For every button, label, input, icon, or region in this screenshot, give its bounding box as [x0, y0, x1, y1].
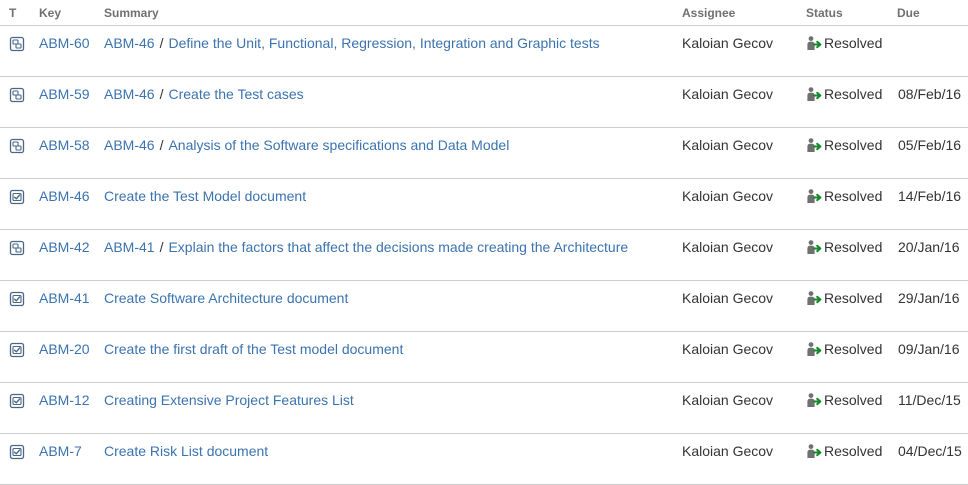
subtask-icon	[9, 87, 25, 103]
parent-issue-link[interactable]: ABM-41	[104, 239, 155, 255]
issue-key-link[interactable]: ABM-7	[39, 443, 82, 459]
due-date: 20/Jan/16	[898, 239, 960, 255]
due-date: 08/Feb/16	[898, 86, 962, 102]
resolved-status-icon	[806, 341, 822, 357]
status-cell: Resolved	[806, 289, 882, 307]
status-text: Resolved	[824, 341, 883, 357]
table-row: ABM-42 ABM-41/Explain the factors that a…	[0, 230, 968, 281]
status-cell: Resolved	[806, 34, 882, 52]
issue-key-link[interactable]: ABM-58	[39, 137, 90, 153]
task-icon	[9, 342, 25, 358]
table-row: ABM-20 Create the first draft of the Tes…	[0, 332, 968, 383]
issue-key-link[interactable]: ABM-60	[39, 35, 90, 51]
status-cell: Resolved	[806, 187, 882, 205]
status-text: Resolved	[824, 392, 883, 408]
issue-table: T Key Summary Assignee Status Due ABM-60…	[0, 0, 968, 485]
due-date: 14/Feb/16	[898, 188, 962, 204]
resolved-status-icon	[806, 443, 822, 459]
table-row: ABM-59 ABM-46/Create the Test cases Kalo…	[0, 77, 968, 128]
assignee-name: Kaloian Gecov	[682, 443, 774, 459]
column-header-summary[interactable]: Summary	[104, 6, 159, 20]
issue-key-link[interactable]: ABM-59	[39, 86, 90, 102]
column-header-type[interactable]: T	[9, 6, 16, 20]
issue-summary-link[interactable]: Creating Extensive Project Features List	[104, 392, 354, 408]
task-icon	[9, 444, 25, 460]
status-cell: Resolved	[806, 442, 882, 460]
table-body: ABM-60 ABM-46/Define the Unit, Functiona…	[0, 26, 968, 485]
issue-key-link[interactable]: ABM-12	[39, 392, 90, 408]
parent-issue-link[interactable]: ABM-46	[104, 137, 155, 153]
table-row: ABM-58 ABM-46/Analysis of the Software s…	[0, 128, 968, 179]
parent-separator: /	[159, 86, 164, 102]
status-cell: Resolved	[806, 340, 882, 358]
issue-summary-link[interactable]: Create Risk List document	[104, 443, 268, 459]
due-date: 05/Feb/16	[898, 137, 962, 153]
table-row: ABM-7 Create Risk List document Kaloian …	[0, 434, 968, 485]
issue-summary-link[interactable]: Define the Unit, Functional, Regression,…	[168, 35, 599, 51]
status-text: Resolved	[824, 443, 883, 459]
status-text: Resolved	[824, 290, 883, 306]
assignee-name: Kaloian Gecov	[682, 239, 774, 255]
parent-issue-link[interactable]: ABM-46	[104, 86, 155, 102]
assignee-name: Kaloian Gecov	[682, 188, 774, 204]
table-row: ABM-41 Create Software Architecture docu…	[0, 281, 968, 332]
resolved-status-icon	[806, 137, 822, 153]
table-row: ABM-12 Creating Extensive Project Featur…	[0, 383, 968, 434]
parent-issue-link[interactable]: ABM-46	[104, 35, 155, 51]
column-header-assignee[interactable]: Assignee	[682, 6, 735, 20]
issue-key-link[interactable]: ABM-46	[39, 188, 90, 204]
status-text: Resolved	[824, 35, 883, 51]
status-text: Resolved	[824, 239, 883, 255]
due-date: 29/Jan/16	[898, 290, 960, 306]
table-header: T Key Summary Assignee Status Due	[0, 0, 968, 26]
column-header-key[interactable]: Key	[39, 6, 61, 20]
assignee-name: Kaloian Gecov	[682, 86, 774, 102]
issue-key-link[interactable]: ABM-42	[39, 239, 90, 255]
due-date: 04/Dec/15	[898, 443, 962, 459]
issue-summary-link[interactable]: Explain the factors that affect the deci…	[168, 239, 628, 255]
column-header-status[interactable]: Status	[806, 6, 843, 20]
resolved-status-icon	[806, 86, 822, 102]
status-cell: Resolved	[806, 85, 882, 103]
status-cell: Resolved	[806, 136, 882, 154]
task-icon	[9, 189, 25, 205]
table-row: ABM-46 Create the Test Model document Ka…	[0, 179, 968, 230]
subtask-icon	[9, 36, 25, 52]
status-text: Resolved	[824, 137, 883, 153]
parent-separator: /	[159, 35, 164, 51]
subtask-icon	[9, 138, 25, 154]
status-cell: Resolved	[806, 238, 882, 256]
issue-key-link[interactable]: ABM-41	[39, 290, 90, 306]
issue-summary-link[interactable]: Create the first draft of the Test model…	[104, 341, 403, 357]
subtask-icon	[9, 240, 25, 256]
assignee-name: Kaloian Gecov	[682, 35, 774, 51]
status-cell: Resolved	[806, 391, 882, 409]
resolved-status-icon	[806, 188, 822, 204]
table-row: ABM-60 ABM-46/Define the Unit, Functiona…	[0, 26, 968, 77]
resolved-status-icon	[806, 392, 822, 408]
resolved-status-icon	[806, 290, 822, 306]
due-date: 09/Jan/16	[898, 341, 960, 357]
assignee-name: Kaloian Gecov	[682, 341, 774, 357]
assignee-name: Kaloian Gecov	[682, 137, 774, 153]
status-text: Resolved	[824, 86, 883, 102]
issue-key-link[interactable]: ABM-20	[39, 341, 90, 357]
issue-summary-link[interactable]: Analysis of the Software specifications …	[168, 137, 509, 153]
parent-separator: /	[159, 137, 164, 153]
status-text: Resolved	[824, 188, 883, 204]
assignee-name: Kaloian Gecov	[682, 392, 774, 408]
resolved-status-icon	[806, 239, 822, 255]
task-icon	[9, 291, 25, 307]
issue-summary-link[interactable]: Create the Test Model document	[104, 188, 306, 204]
parent-separator: /	[159, 239, 164, 255]
issue-summary-link[interactable]: Create Software Architecture document	[104, 290, 348, 306]
issue-summary-link[interactable]: Create the Test cases	[168, 86, 303, 102]
resolved-status-icon	[806, 35, 822, 51]
due-date: 11/Dec/15	[898, 392, 961, 408]
column-header-due[interactable]: Due	[897, 6, 920, 20]
assignee-name: Kaloian Gecov	[682, 290, 774, 306]
task-icon	[9, 393, 25, 409]
